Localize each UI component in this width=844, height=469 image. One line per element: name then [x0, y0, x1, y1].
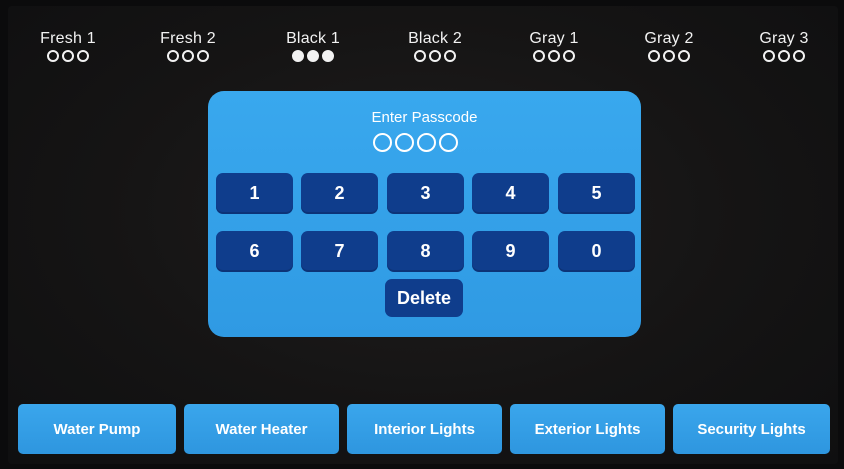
level-dot	[77, 50, 89, 62]
passcode-digit-dot	[439, 133, 458, 152]
key-2[interactable]: 2	[301, 173, 378, 214]
key-5[interactable]: 5	[558, 173, 635, 214]
tank-level-indicator	[138, 50, 238, 62]
tank-label: Black 1	[286, 30, 340, 47]
tank-level-indicator	[504, 50, 604, 62]
passcode-digit-dot	[417, 133, 436, 152]
level-dot	[182, 50, 194, 62]
key-3[interactable]: 3	[387, 173, 464, 214]
water-heater-button[interactable]: Water Heater	[184, 404, 339, 454]
tank-level-indicator	[263, 50, 363, 62]
key-0[interactable]: 0	[558, 231, 635, 272]
interior-lights-button[interactable]: Interior Lights	[347, 404, 502, 454]
level-dot	[444, 50, 456, 62]
level-dot	[763, 50, 775, 62]
level-dot	[47, 50, 59, 62]
level-dot	[663, 50, 675, 62]
water-pump-button[interactable]: Water Pump	[18, 404, 176, 454]
tank-level-indicator	[734, 50, 834, 62]
level-dot	[307, 50, 319, 62]
passcode-digit-dot	[395, 133, 414, 152]
tank-fresh-2: Fresh 2	[138, 30, 238, 62]
tank-level-indicator	[18, 50, 118, 62]
exterior-lights-button[interactable]: Exterior Lights	[510, 404, 665, 454]
tank-label: Black 2	[408, 30, 462, 47]
control-buttons: Water Pump Water Heater Interior Lights …	[8, 404, 838, 456]
passcode-title: Enter Passcode	[371, 109, 478, 126]
level-dot	[292, 50, 304, 62]
key-8[interactable]: 8	[387, 231, 464, 272]
level-dot	[548, 50, 560, 62]
level-dot	[62, 50, 74, 62]
tank-level-indicator	[619, 50, 719, 62]
tank-label: Fresh 2	[160, 30, 216, 47]
tank-gray-3: Gray 3	[734, 30, 834, 62]
tank-label: Gray 3	[759, 30, 809, 47]
key-9[interactable]: 9	[472, 231, 549, 272]
level-dot	[563, 50, 575, 62]
passcode-digit-dot	[373, 133, 392, 152]
tank-black-2: Black 2	[385, 30, 485, 62]
key-7[interactable]: 7	[301, 231, 378, 272]
level-dot	[197, 50, 209, 62]
tank-label: Gray 2	[644, 30, 694, 47]
level-dot	[793, 50, 805, 62]
delete-button[interactable]: Delete	[385, 279, 463, 317]
control-panel-screen: Fresh 1 Fresh 2 Black 1 Black 2 Gray 1 G…	[8, 6, 838, 464]
tank-gray-1: Gray 1	[504, 30, 604, 62]
level-dot	[648, 50, 660, 62]
level-dot	[167, 50, 179, 62]
passcode-indicator	[373, 133, 458, 152]
key-1[interactable]: 1	[216, 173, 293, 214]
level-dot	[322, 50, 334, 62]
tank-black-1: Black 1	[263, 30, 363, 62]
tank-levels: Fresh 1 Fresh 2 Black 1 Black 2 Gray 1 G…	[8, 30, 838, 82]
level-dot	[429, 50, 441, 62]
tank-level-indicator	[385, 50, 485, 62]
level-dot	[533, 50, 545, 62]
level-dot	[414, 50, 426, 62]
passcode-panel: Enter Passcode 1 2 3 4 5 6 7 8 9 0 Delet…	[208, 91, 641, 337]
level-dot	[778, 50, 790, 62]
security-lights-button[interactable]: Security Lights	[673, 404, 830, 454]
tank-label: Fresh 1	[40, 30, 96, 47]
level-dot	[678, 50, 690, 62]
tank-fresh-1: Fresh 1	[18, 30, 118, 62]
key-4[interactable]: 4	[472, 173, 549, 214]
tank-label: Gray 1	[529, 30, 579, 47]
key-6[interactable]: 6	[216, 231, 293, 272]
tank-gray-2: Gray 2	[619, 30, 719, 62]
